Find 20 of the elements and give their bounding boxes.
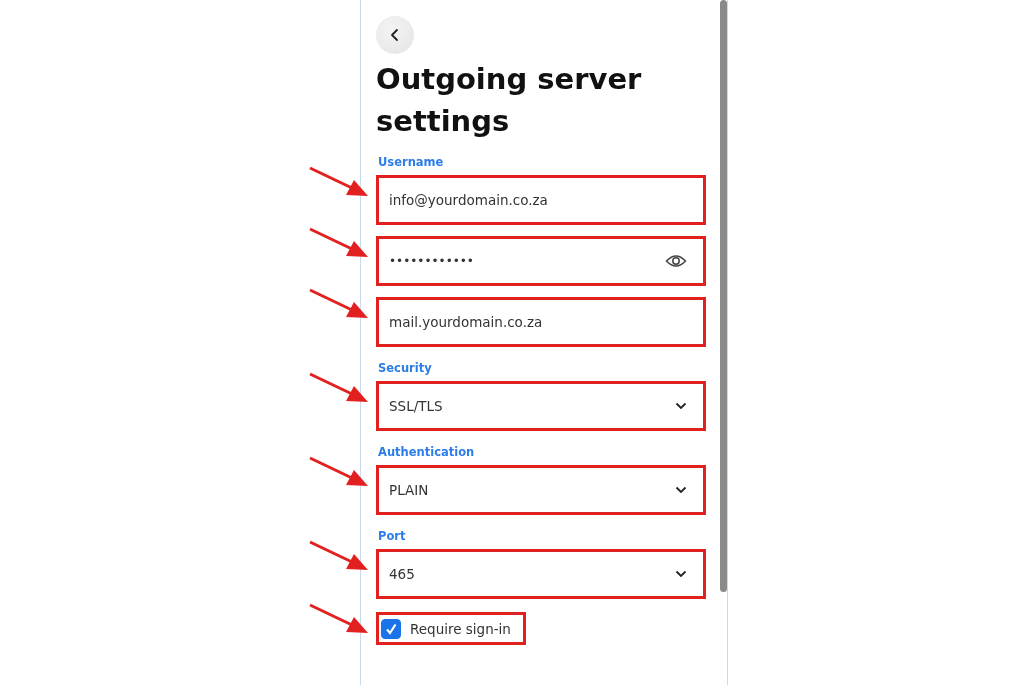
input-field[interactable]: mail.yourdomain.co.za bbox=[376, 297, 706, 347]
chevron-down-icon bbox=[675, 402, 687, 410]
chevron-down-icon bbox=[675, 570, 687, 578]
field-label: Authentication bbox=[378, 445, 476, 459]
field-label: Security bbox=[378, 361, 433, 375]
chevron-down-icon bbox=[675, 486, 687, 494]
eye-icon[interactable] bbox=[665, 253, 687, 269]
checkbox[interactable] bbox=[381, 618, 401, 639]
dropdown[interactable]: 465 bbox=[376, 549, 706, 599]
field-label: Port bbox=[378, 529, 407, 543]
scrollbar[interactable] bbox=[720, 0, 727, 592]
input-field[interactable]: info@yourdomain.co.za bbox=[376, 175, 706, 225]
field-label: Username bbox=[378, 155, 445, 169]
back-button[interactable] bbox=[376, 16, 414, 54]
page-title: Outgoing server settings bbox=[376, 61, 643, 140]
password-field[interactable]: •••••••••••• bbox=[376, 236, 706, 286]
dropdown[interactable]: SSL/TLS bbox=[376, 381, 706, 431]
require-sign-in-checkbox[interactable]: Require sign-in bbox=[376, 612, 526, 645]
checkmark-icon bbox=[384, 621, 398, 636]
dropdown[interactable]: PLAIN bbox=[376, 465, 706, 515]
